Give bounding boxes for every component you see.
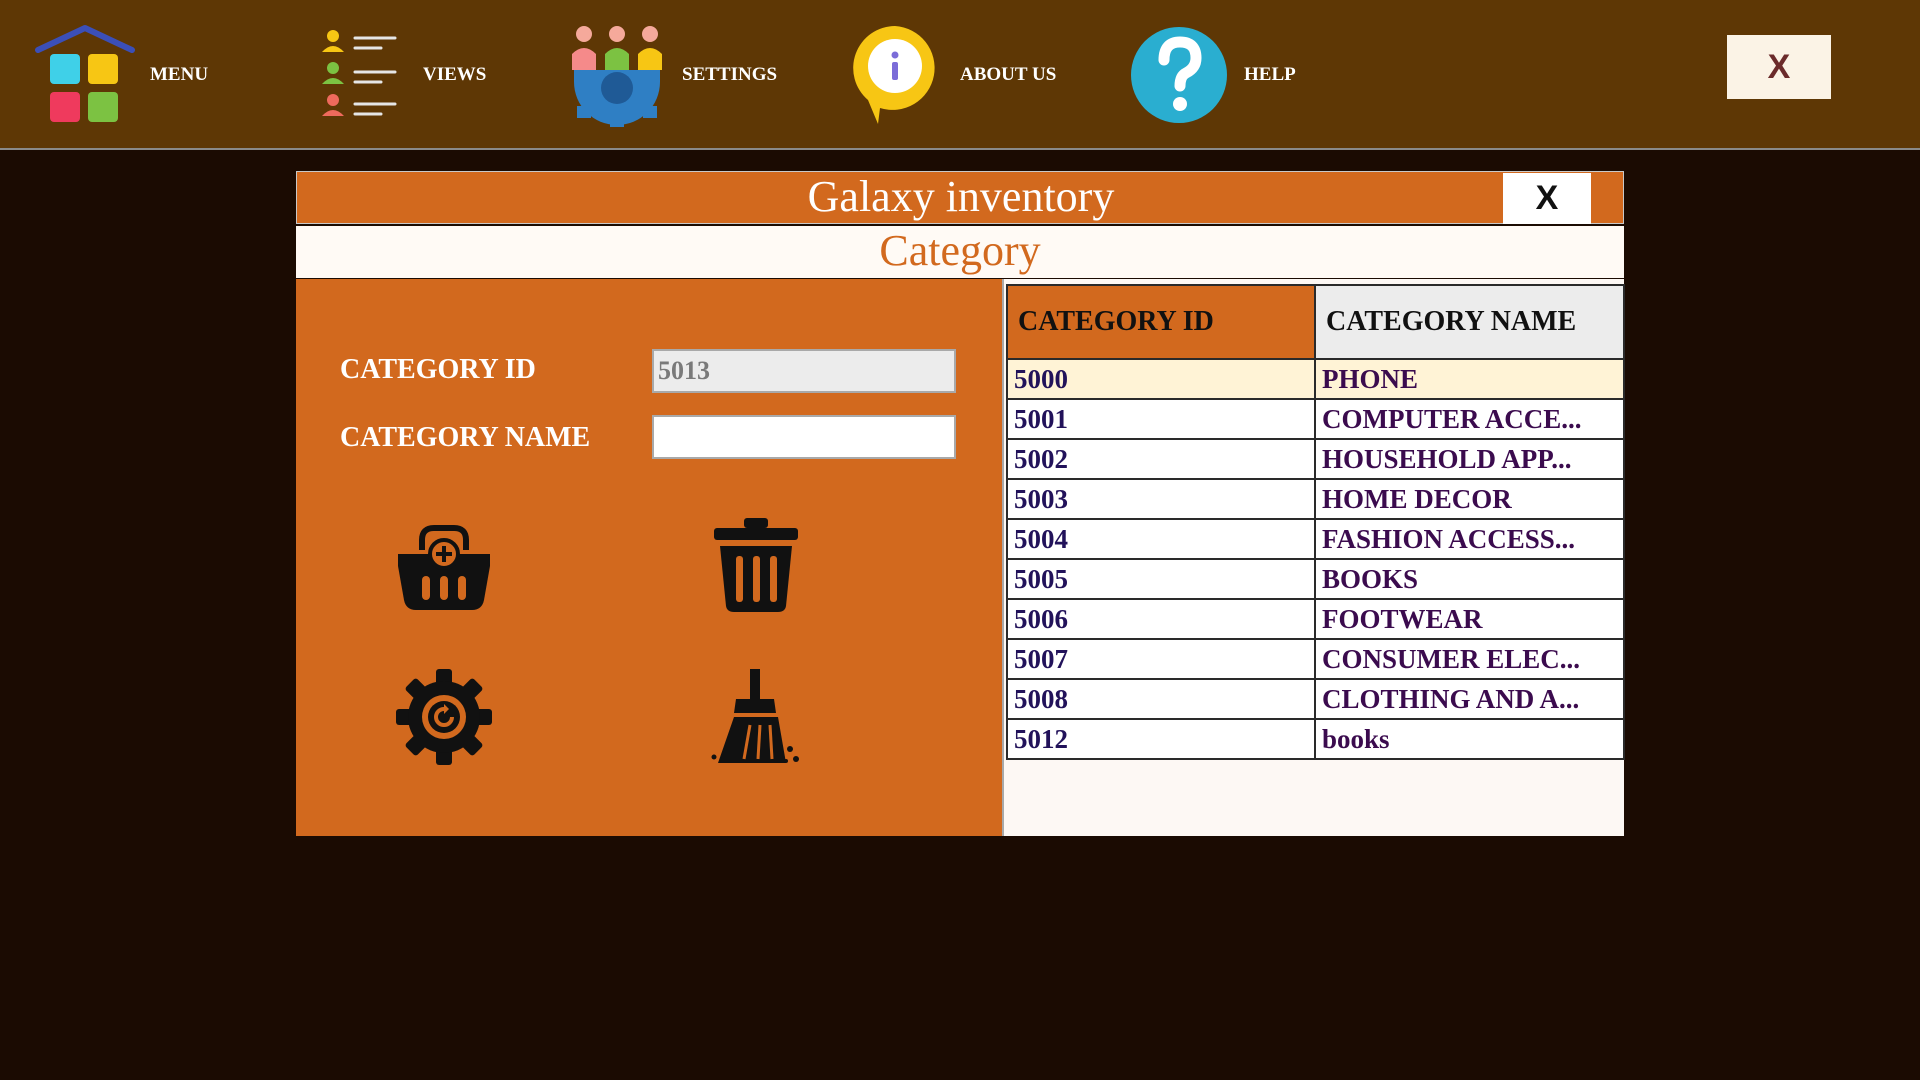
cell-category-id[interactable]: 5003 xyxy=(1006,478,1316,520)
update-category-button[interactable] xyxy=(389,664,499,774)
broom-icon xyxy=(706,667,806,772)
category-grid-panel: CATEGORY ID CATEGORY NAME 5000 PHONE 5001 C… xyxy=(1002,279,1625,836)
cell-category-name[interactable]: CLOTHING AND A... xyxy=(1314,678,1625,720)
cell-category-name[interactable]: books xyxy=(1314,718,1625,760)
table-row[interactable]: 5012 books xyxy=(1006,718,1625,760)
settings-people-gear-icon xyxy=(562,20,672,130)
cell-category-id[interactable]: 5008 xyxy=(1006,678,1316,720)
menu-grid-icon xyxy=(30,20,140,130)
dialog-subtitle-bar: Category xyxy=(296,226,1624,278)
table-row[interactable]: 5001 COMPUTER ACCE... xyxy=(1006,398,1625,440)
table-row[interactable]: 5008 CLOTHING AND A... xyxy=(1006,678,1625,720)
cell-category-name[interactable]: BOOKS xyxy=(1314,558,1625,600)
table-row[interactable]: 5007 CONSUMER ELEC... xyxy=(1006,638,1625,680)
trash-icon xyxy=(706,514,806,619)
app-close-button[interactable]: X xyxy=(1727,35,1831,99)
cell-category-id[interactable]: 5005 xyxy=(1006,558,1316,600)
views-list-icon xyxy=(303,20,413,130)
delete-category-button[interactable] xyxy=(701,511,811,621)
gear-icon xyxy=(394,667,494,772)
nav-settings-label: SETTINGS xyxy=(682,64,778,85)
nav-menu-label: MENU xyxy=(150,64,209,85)
category-id-field[interactable] xyxy=(652,349,956,393)
cell-category-name[interactable]: HOUSEHOLD APP... xyxy=(1314,438,1625,480)
nav-views-label: VIEWS xyxy=(423,64,487,85)
cell-category-name[interactable]: HOME DECOR xyxy=(1314,478,1625,520)
add-category-button[interactable] xyxy=(389,511,499,621)
cell-category-name[interactable]: PHONE xyxy=(1314,358,1625,400)
nav-about-us[interactable]: ABOUT US xyxy=(840,20,1056,130)
add-basket-icon xyxy=(394,514,494,619)
clear-form-button[interactable] xyxy=(701,664,811,774)
category-table-body: 5000 PHONE 5001 COMPUTER ACCE... 5002 HOUSEHO… xyxy=(1006,358,1625,760)
dialog-close-button[interactable]: X xyxy=(1503,173,1591,224)
cell-category-name[interactable]: FASHION ACCESS... xyxy=(1314,518,1625,560)
nav-help-label: HELP xyxy=(1244,64,1296,85)
category-form: CATEGORY ID CATEGORY NAME xyxy=(296,279,1002,836)
cell-category-name[interactable]: FOOTWEAR xyxy=(1314,598,1625,640)
table-header-row: CATEGORY ID CATEGORY NAME xyxy=(1006,284,1625,360)
table-row[interactable]: 5006 FOOTWEAR xyxy=(1006,598,1625,640)
column-header-category-name[interactable]: CATEGORY NAME xyxy=(1314,284,1625,360)
cell-category-id[interactable]: 5006 xyxy=(1006,598,1316,640)
info-icon xyxy=(840,20,950,130)
cell-category-id[interactable]: 5000 xyxy=(1006,358,1316,400)
dialog-subtitle: Category xyxy=(879,226,1041,275)
cell-category-id[interactable]: 5012 xyxy=(1006,718,1316,760)
nav-views[interactable]: VIEWS xyxy=(303,20,486,130)
nav-menu[interactable]: MENU xyxy=(30,20,208,130)
cell-category-id[interactable]: 5004 xyxy=(1006,518,1316,560)
table-row[interactable]: 5005 BOOKS xyxy=(1006,558,1625,600)
nav-help[interactable]: HELP xyxy=(1124,20,1296,130)
dialog-title: Galaxy inventory xyxy=(807,172,1115,221)
cell-category-name[interactable]: COMPUTER ACCE... xyxy=(1314,398,1625,440)
category-name-label: CATEGORY NAME xyxy=(340,422,591,453)
category-id-label: CATEGORY ID xyxy=(340,354,536,385)
table-row[interactable]: 5000 PHONE xyxy=(1006,358,1625,400)
cell-category-id[interactable]: 5002 xyxy=(1006,438,1316,480)
help-question-icon xyxy=(1124,20,1234,130)
cell-category-id[interactable]: 5007 xyxy=(1006,638,1316,680)
nav-settings[interactable]: SETTINGS xyxy=(562,20,777,130)
table-row[interactable]: 5003 HOME DECOR xyxy=(1006,478,1625,520)
top-navigation-bar: MENU VIEWS SETTINGS ABOUT US HELP X xyxy=(0,0,1920,150)
table-row[interactable]: 5004 FASHION ACCESS... xyxy=(1006,518,1625,560)
dialog-title-bar: Galaxy inventory X xyxy=(296,171,1624,224)
category-dialog: Galaxy inventory X Category CATEGORY ID … xyxy=(296,171,1625,836)
category-name-field[interactable] xyxy=(652,415,956,459)
table-row[interactable]: 5002 HOUSEHOLD APP... xyxy=(1006,438,1625,480)
cell-category-id[interactable]: 5001 xyxy=(1006,398,1316,440)
cell-category-name[interactable]: CONSUMER ELEC... xyxy=(1314,638,1625,680)
column-header-category-id[interactable]: CATEGORY ID xyxy=(1006,284,1316,360)
nav-about-label: ABOUT US xyxy=(960,64,1057,85)
category-table: CATEGORY ID CATEGORY NAME 5000 PHONE 5001 C… xyxy=(1006,284,1625,760)
